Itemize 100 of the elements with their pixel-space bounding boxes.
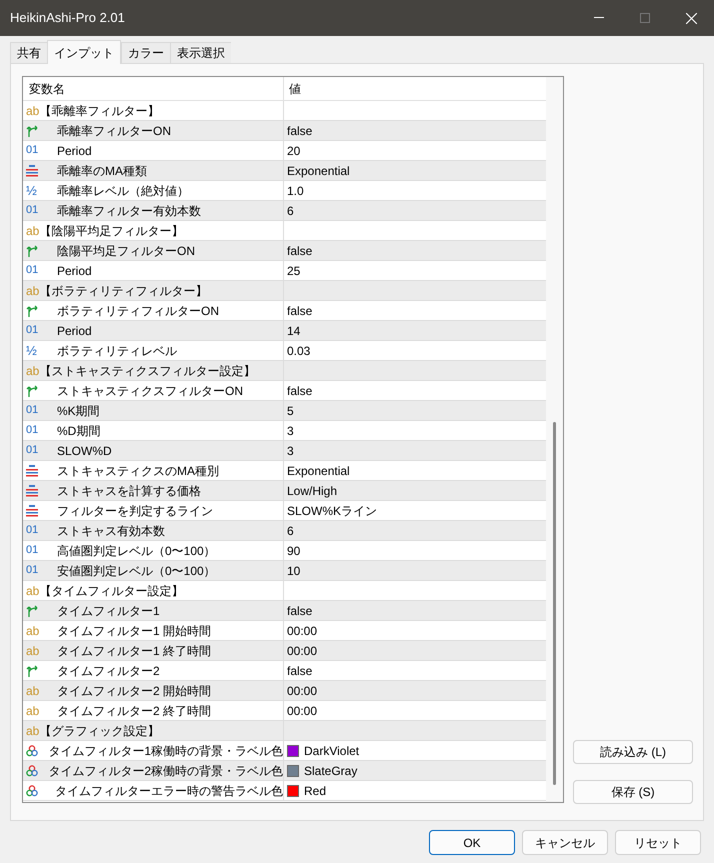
- table-row[interactable]: 01 ストキャス有効本数 6: [23, 521, 546, 541]
- parameter-value: 90: [287, 542, 300, 560]
- scrollbar-thumb[interactable]: [553, 422, 556, 785]
- parameter-name: ストキャスティクスのMA種別: [57, 462, 219, 480]
- parameter-value: Low/High: [287, 482, 338, 500]
- table-row[interactable]: タイムフィルターエラー時の警告ラベル色 Red: [23, 781, 546, 801]
- parameter-value: 5: [287, 402, 294, 420]
- parameter-value: Exponential: [287, 162, 350, 180]
- parameter-name: タイムフィルター2 開始時間: [57, 682, 212, 700]
- parameter-value: 25: [287, 262, 300, 280]
- parameter-name: %K期間: [57, 402, 100, 420]
- parameter-value: false: [287, 662, 312, 680]
- table-row[interactable]: 01 %K期間 5: [23, 401, 546, 421]
- branch-arrow-icon: [26, 664, 40, 678]
- parameter-name: 乖離率フィルター有効本数: [57, 202, 201, 220]
- table-row[interactable]: 乖離率フィルターON false: [23, 121, 546, 141]
- table-row[interactable]: 01 高値圏判定レベル（0〜100） 90: [23, 541, 546, 561]
- table-row[interactable]: 01 SLOW%D 3: [23, 441, 546, 461]
- table-row[interactable]: ½ ボラティリティレベル 0.03: [23, 341, 546, 361]
- parameter-name: ボラティリティフィルターON: [57, 302, 219, 320]
- table-row[interactable]: ボラティリティフィルターON false: [23, 301, 546, 321]
- parameter-name: タイムフィルター2 終了時間: [57, 702, 212, 720]
- table-row[interactable]: ab タイムフィルター1 終了時間 00:00: [23, 641, 546, 661]
- parameter-value: Red: [304, 782, 326, 800]
- maximize-icon: [640, 13, 650, 23]
- table-row[interactable]: ab タイムフィルター1 開始時間 00:00: [23, 621, 546, 641]
- table-row[interactable]: ab【ストキャスティクスフィルター設定】: [23, 361, 546, 381]
- parameter-value: 00:00: [287, 622, 318, 640]
- parameter-name: 【陰陽平均足フィルター】: [39, 222, 184, 240]
- table-row[interactable]: ½ 乖離率レベル（絶対値） 1.0: [23, 181, 546, 201]
- table-row[interactable]: ストキャスティクスのMA種別 Exponential: [23, 461, 546, 481]
- fraction-icon: ½: [26, 184, 37, 197]
- integer-icon: 01: [26, 445, 38, 456]
- fraction-icon: ½: [26, 344, 37, 357]
- integer-icon: 01: [26, 545, 38, 556]
- table-row[interactable]: 01 Period 20: [23, 141, 546, 161]
- parameter-name: 陰陽平均足フィルターON: [57, 242, 195, 260]
- table-row[interactable]: 01 安値圏判定レベル（0〜100） 10: [23, 561, 546, 581]
- parameter-name: 高値圏判定レベル（0〜100）: [57, 542, 216, 560]
- parameter-value: 6: [287, 522, 294, 540]
- table-row[interactable]: 陰陽平均足フィルターON false: [23, 241, 546, 261]
- parameter-value: DarkViolet: [304, 742, 360, 760]
- table-row[interactable]: タイムフィルター1稼働時の背景・ラベル色 DarkViolet: [23, 741, 546, 761]
- close-icon: [686, 12, 696, 24]
- dialog-button[interactable]: キャンセル: [522, 830, 608, 855]
- parameter-value: 00:00: [287, 642, 318, 660]
- table-row[interactable]: 01 乖離率フィルター有効本数 6: [23, 201, 546, 221]
- parameter-name: タイムフィルター1 開始時間: [57, 622, 212, 640]
- circles-icon: [26, 764, 38, 776]
- parameter-value: 3: [287, 442, 294, 460]
- integer-icon: 01: [26, 405, 38, 416]
- parameter-name: タイムフィルター1: [57, 602, 160, 620]
- table-row[interactable]: ab【グラフィック設定】: [23, 721, 546, 741]
- table-row[interactable]: ストキャスを計算する価格 Low/High: [23, 481, 546, 501]
- table-row[interactable]: ab タイムフィルター2 終了時間 00:00: [23, 701, 546, 721]
- tab[interactable]: 表示選択: [170, 42, 231, 63]
- table-row[interactable]: ab【乖離率フィルター】: [23, 101, 546, 121]
- column-header[interactable]: 値: [284, 77, 546, 100]
- text-type-icon: ab: [26, 104, 40, 116]
- text-type-icon: ab: [26, 624, 40, 636]
- table-row[interactable]: タイムフィルター2稼働時の背景・ラベル色 SlateGray: [23, 761, 546, 781]
- parameter-value: 20: [287, 142, 300, 160]
- list-icon: [26, 504, 38, 516]
- table-row[interactable]: 乖離率のMA種類 Exponential: [23, 161, 546, 181]
- parameter-name: タイムフィルター1稼働時の背景・ラベル色: [48, 742, 283, 760]
- text-type-icon: ab: [26, 704, 40, 716]
- table-row[interactable]: ab タイムフィルター2 開始時間 00:00: [23, 681, 546, 701]
- table-row[interactable]: フィルターを判定するライン SLOW%Kライン: [23, 501, 546, 521]
- parameter-value: false: [287, 602, 312, 620]
- dialog-button[interactable]: OK: [429, 830, 515, 855]
- parameter-value: false: [287, 302, 312, 320]
- integer-icon: 01: [26, 145, 38, 156]
- column-header[interactable]: 変数名: [23, 77, 284, 100]
- parameter-value: Exponential: [287, 462, 350, 480]
- tab[interactable]: カラー: [121, 42, 170, 63]
- parameter-name: 安値圏判定レベル（0〜100）: [57, 562, 216, 580]
- side-button[interactable]: 読み込み (L): [573, 740, 693, 764]
- tab[interactable]: 共有: [10, 42, 47, 63]
- side-button[interactable]: 保存 (S): [573, 780, 693, 804]
- table-row[interactable]: タイムフィルター2 false: [23, 661, 546, 681]
- parameter-value: 14: [287, 322, 300, 340]
- dialog-button[interactable]: リセット: [615, 830, 701, 855]
- text-type-icon: ab: [26, 224, 40, 236]
- table-row[interactable]: ab【タイムフィルター設定】: [23, 581, 546, 601]
- minimize-icon: [594, 17, 604, 19]
- parameter-name: ストキャスを計算する価格: [57, 482, 201, 500]
- parameter-name: 乖離率フィルターON: [57, 122, 171, 140]
- text-type-icon: ab: [26, 364, 40, 376]
- table-row[interactable]: 01 %D期間 3: [23, 421, 546, 441]
- parameter-value: 00:00: [287, 702, 318, 720]
- table-row[interactable]: 01 Period 14: [23, 321, 546, 341]
- table-row[interactable]: タイムフィルター1 false: [23, 601, 546, 621]
- branch-arrow-icon: [26, 304, 40, 318]
- table-row[interactable]: ストキャスティクスフィルターON false: [23, 381, 546, 401]
- table-row[interactable]: ab【陰陽平均足フィルター】: [23, 221, 546, 241]
- table-row[interactable]: ab【ボラティリティフィルター】: [23, 281, 546, 301]
- parameter-name: 【タイムフィルター設定】: [39, 582, 184, 600]
- tab[interactable]: インプット: [47, 40, 121, 64]
- parameter-value: SLOW%Kライン: [287, 502, 378, 520]
- table-row[interactable]: 01 Period 25: [23, 261, 546, 281]
